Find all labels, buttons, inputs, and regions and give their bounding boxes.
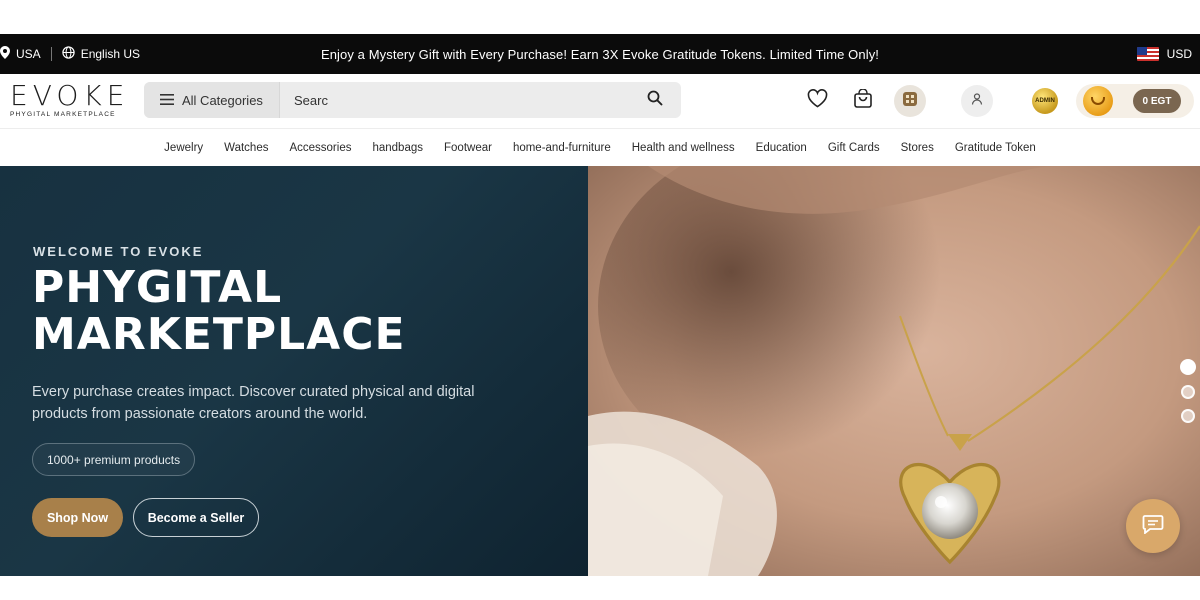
currency-label: USD	[1166, 47, 1192, 61]
admin-button[interactable]: ADMIN	[1032, 88, 1058, 114]
nav-item-footwear[interactable]: Footwear	[434, 142, 503, 154]
nav-item-education[interactable]: Education	[745, 142, 817, 154]
nav-item-watches[interactable]: Watches	[214, 142, 279, 154]
heart-icon	[807, 89, 828, 113]
currency-selector[interactable]: USD	[1136, 47, 1192, 61]
announcement-bar: USA English US Enjoy a Mystery Gift with…	[0, 34, 1200, 74]
egt-balance: 0 EGT	[1133, 89, 1181, 113]
us-flag-icon	[1136, 47, 1159, 61]
user-icon	[971, 92, 983, 110]
search-bar: All Categories	[144, 82, 681, 118]
carousel-dot-1[interactable]	[1180, 359, 1196, 375]
search-button[interactable]	[629, 82, 681, 118]
hero-headline: PHYGITAL MARKETPLACE	[32, 264, 406, 358]
menu-icon	[160, 93, 174, 108]
logo-wordmark: EVOKE	[10, 79, 130, 112]
hero-image	[588, 166, 1200, 576]
nav-item-accessories[interactable]: Accessories	[279, 142, 362, 154]
category-nav: Jewelry Watches Accessories handbags Foo…	[0, 128, 1200, 166]
nav-item-jewelry[interactable]: Jewelry	[154, 142, 214, 154]
search-icon	[647, 90, 663, 111]
carousel-indicators	[1180, 359, 1196, 423]
hero-banner: WELCOME TO EVOKE PHYGITAL MARKETPLACE Ev…	[0, 166, 1200, 576]
all-categories-label: All Categories	[182, 92, 263, 108]
carousel-dot-3[interactable]	[1181, 409, 1195, 423]
product-count-badge: 1000+ premium products	[32, 443, 196, 476]
page: USA English US Enjoy a Mystery Gift with…	[0, 0, 1200, 600]
nav-item-gratitude-token[interactable]: Gratitude Token	[944, 142, 1046, 154]
wishlist-button[interactable]	[805, 89, 829, 113]
cart-button[interactable]	[851, 87, 875, 114]
egt-balance-pill: 0 EGT	[1133, 89, 1181, 113]
store-icon	[901, 90, 919, 113]
hero-headline-line1: PHYGITAL	[32, 262, 283, 313]
logo-subtitle: PHYGITAL MARKETPLACE	[10, 111, 116, 118]
promo-text: Enjoy a Mystery Gift with Every Purchase…	[320, 46, 880, 62]
main-header: EVOKE PHYGITAL MARKETPLACE All Categorie…	[0, 74, 1200, 128]
account-button[interactable]	[961, 85, 993, 117]
become-seller-button[interactable]: Become a Seller	[133, 498, 259, 537]
chat-icon	[1142, 514, 1164, 539]
hero-kicker: WELCOME TO EVOKE	[33, 244, 204, 259]
nav-item-stores[interactable]: Stores	[890, 142, 944, 154]
all-categories-button[interactable]: All Categories	[144, 82, 280, 118]
logo[interactable]: EVOKE PHYGITAL MARKETPLACE	[10, 79, 130, 119]
carousel-dot-2[interactable]	[1181, 385, 1195, 399]
shop-now-button[interactable]: Shop Now	[32, 498, 123, 537]
admin-badge: ADMIN	[1032, 88, 1058, 114]
hero-headline-line2: MARKETPLACE	[32, 309, 406, 360]
nav-item-gift-cards[interactable]: Gift Cards	[817, 142, 890, 154]
necklace-photo	[588, 166, 1200, 576]
store-button[interactable]	[894, 85, 926, 117]
nav-item-home-and-furniture[interactable]: home-and-furniture	[502, 142, 621, 154]
nav-item-handbags[interactable]: handbags	[362, 142, 434, 154]
chat-button[interactable]	[1126, 499, 1180, 553]
hero-description: Every purchase creates impact. Discover …	[32, 384, 475, 422]
egt-wallet[interactable]: 0 EGT	[1076, 84, 1194, 118]
search-input[interactable]	[280, 82, 629, 118]
coin-button	[1083, 86, 1113, 116]
hero-text-panel: WELCOME TO EVOKE PHYGITAL MARKETPLACE Ev…	[0, 166, 588, 576]
coin-icon	[1083, 86, 1113, 116]
nav-item-health-and-wellness[interactable]: Health and wellness	[621, 142, 745, 154]
cart-icon	[853, 87, 873, 114]
